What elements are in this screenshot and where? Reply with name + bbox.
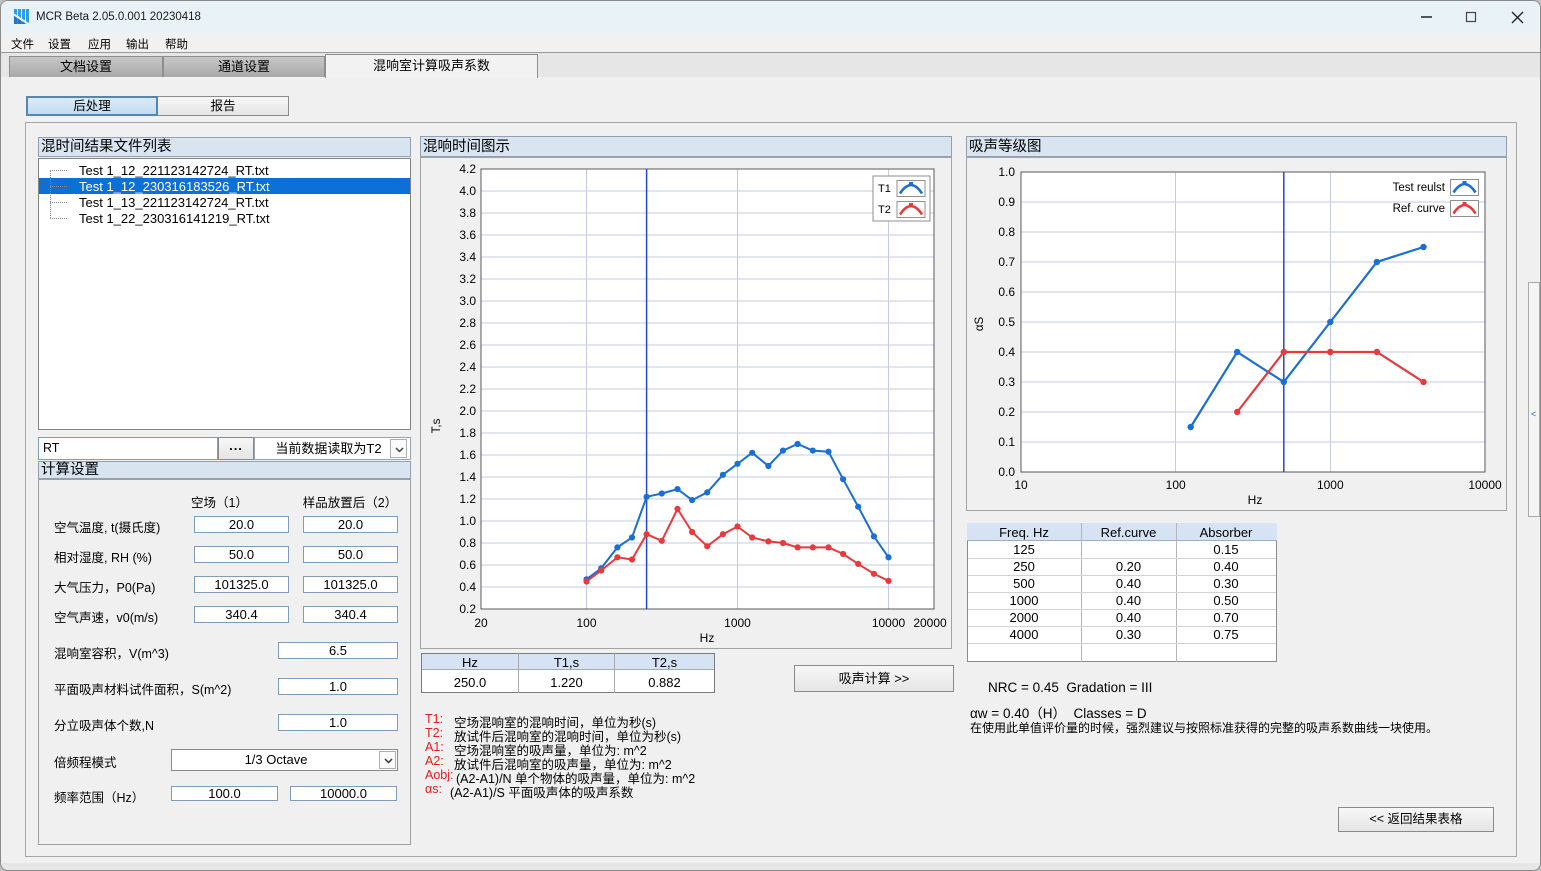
svg-text:10000: 10000 [872,616,906,630]
svg-text:2.4: 2.4 [459,360,476,374]
svg-text:Test reulst: Test reulst [1393,182,1446,194]
svg-text:1.8: 1.8 [459,426,476,440]
svg-text:T2: T2 [878,204,891,216]
svg-text:1.4: 1.4 [459,470,476,484]
svg-text:0.6: 0.6 [998,285,1015,299]
svg-text:10: 10 [1014,478,1028,492]
svg-text:1000: 1000 [724,616,751,630]
svg-text:0.4: 0.4 [459,580,476,594]
svg-text:20000: 20000 [913,616,947,630]
svg-text:0.5: 0.5 [998,315,1015,329]
svg-text:20: 20 [474,616,488,630]
svg-text:Hz: Hz [700,631,715,645]
svg-text:1.2: 1.2 [459,492,476,506]
svg-text:3.6: 3.6 [459,228,476,242]
svg-text:1.0: 1.0 [459,514,476,528]
svg-text:3.4: 3.4 [459,250,476,264]
svg-text:0.8: 0.8 [998,225,1015,239]
svg-text:0.1: 0.1 [998,435,1015,449]
svg-text:3.8: 3.8 [459,206,476,220]
svg-text:100: 100 [1166,478,1186,492]
svg-text:2.8: 2.8 [459,316,476,330]
svg-text:0.8: 0.8 [459,536,476,550]
svg-text:3.2: 3.2 [459,272,476,286]
svg-text:2.0: 2.0 [459,404,476,418]
svg-text:0.9: 0.9 [998,195,1015,209]
svg-text:1.6: 1.6 [459,448,476,462]
svg-text:1.0: 1.0 [998,165,1015,179]
svg-text:4.2: 4.2 [459,162,476,176]
svg-text:10000: 10000 [1468,478,1502,492]
svg-text:T,s: T,s [431,418,443,433]
svg-text:4.0: 4.0 [459,184,476,198]
svg-text:0.2: 0.2 [459,602,476,616]
svg-text:T1: T1 [878,183,891,195]
svg-text:Ref. curve: Ref. curve [1393,203,1445,215]
svg-text:100: 100 [576,616,596,630]
svg-text:0.2: 0.2 [998,405,1015,419]
svg-text:0.6: 0.6 [459,558,476,572]
svg-text:0.0: 0.0 [998,465,1015,479]
svg-text:Hz: Hz [1248,493,1263,507]
svg-text:αS: αS [974,317,986,332]
svg-text:0.3: 0.3 [998,375,1015,389]
svg-text:2.6: 2.6 [459,338,476,352]
svg-text:0.7: 0.7 [998,255,1015,269]
svg-text:0.4: 0.4 [998,345,1015,359]
svg-text:1000: 1000 [1317,478,1344,492]
svg-text:2.2: 2.2 [459,382,476,396]
svg-text:3.0: 3.0 [459,294,476,308]
